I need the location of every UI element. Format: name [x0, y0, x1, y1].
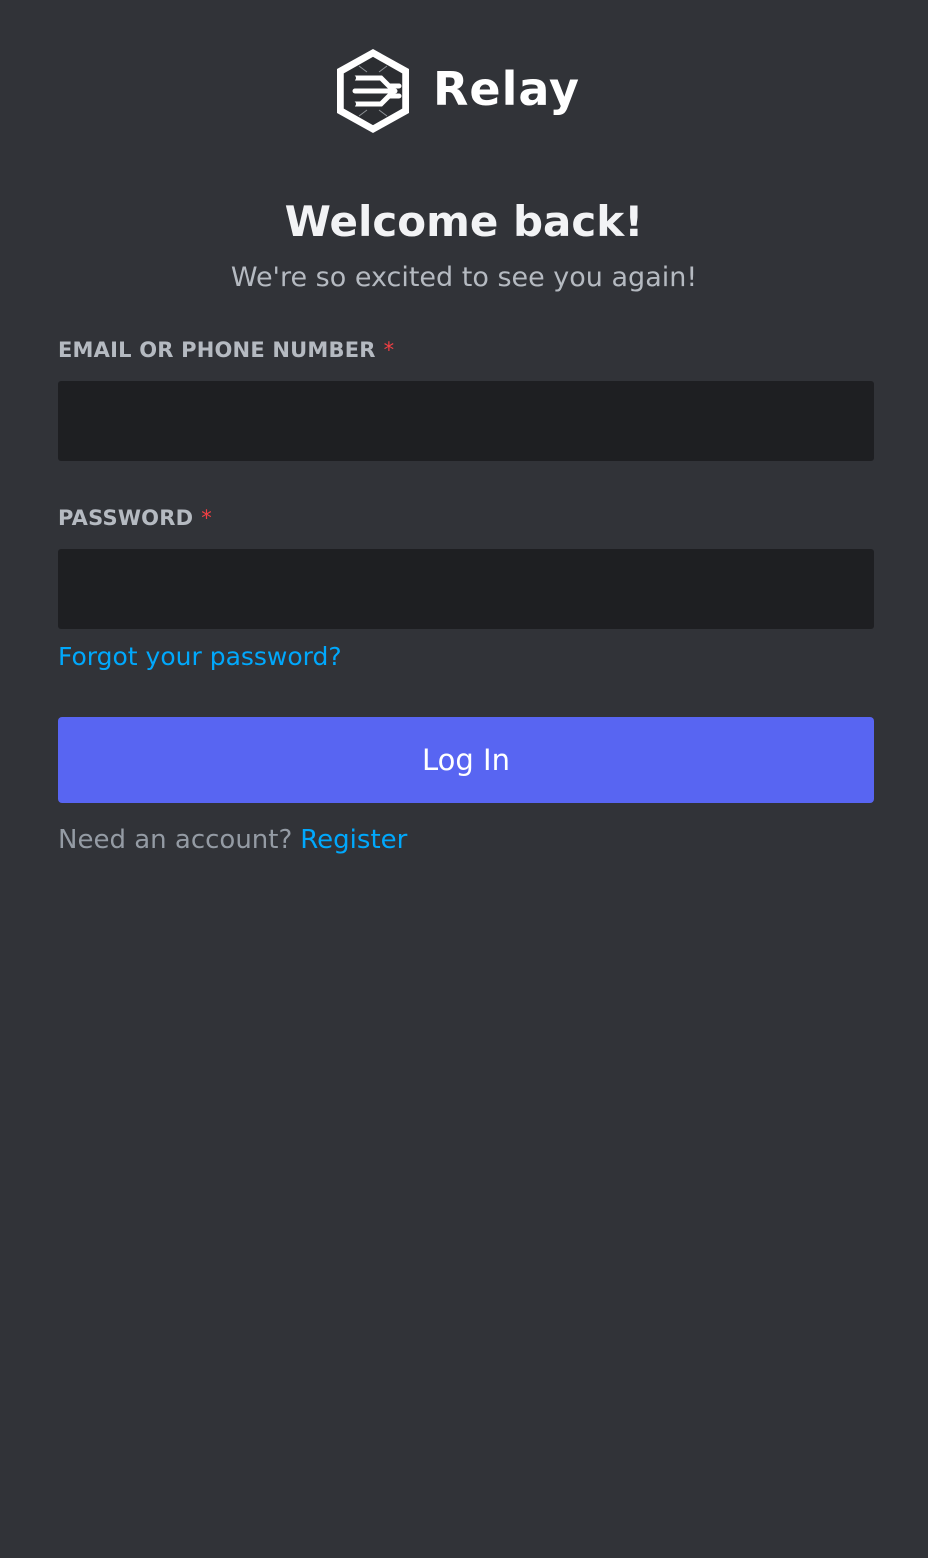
brand-name: Relay	[433, 62, 580, 116]
password-field[interactable]	[58, 549, 874, 629]
email-label: EMAIL OR PHONE NUMBER *	[58, 336, 394, 364]
password-label-text: PASSWORD	[58, 506, 194, 530]
register-prompt: Need an account? Register	[58, 822, 407, 858]
password-label: PASSWORD *	[58, 504, 212, 532]
email-field[interactable]	[58, 381, 874, 461]
register-prompt-text: Need an account?	[58, 825, 293, 855]
page-title: Welcome back!	[284, 197, 644, 246]
login-button[interactable]: Log In	[58, 717, 874, 803]
email-label-text: EMAIL OR PHONE NUMBER	[58, 338, 376, 362]
forgot-password-link[interactable]: Forgot your password?	[58, 640, 342, 674]
brand-logo: Relay	[333, 46, 580, 136]
required-marker: *	[383, 338, 395, 362]
page-subtitle: We're so excited to see you again!	[230, 262, 698, 293]
register-link[interactable]: Register	[300, 825, 407, 855]
circuit-hexagon-icon	[337, 49, 409, 133]
required-marker: *	[201, 506, 212, 530]
